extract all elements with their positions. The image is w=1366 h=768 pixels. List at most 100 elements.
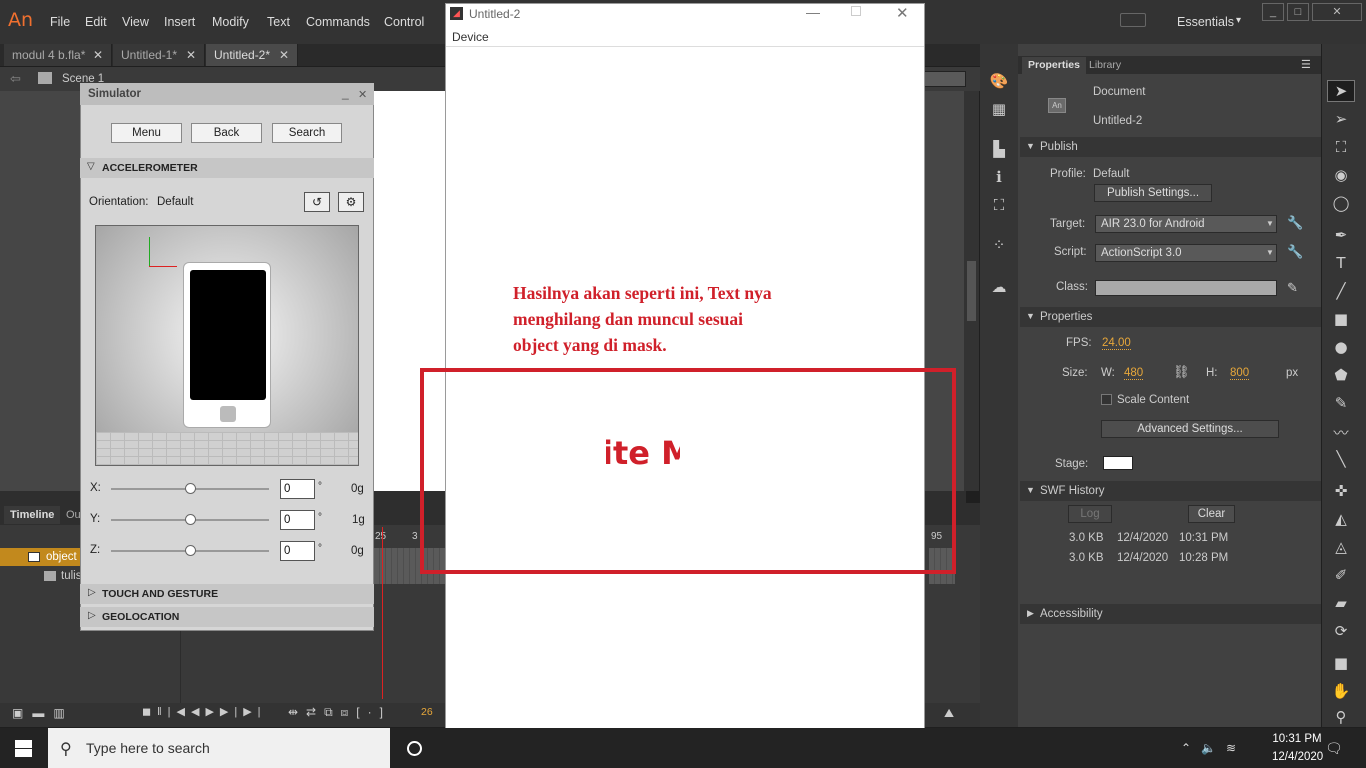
layer-name[interactable]: object	[46, 551, 77, 563]
back-button[interactable]: Back	[191, 123, 262, 143]
menu-file[interactable]: File	[50, 15, 70, 29]
palette-icon[interactable]: 🎨	[984, 72, 1014, 90]
menu-control[interactable]: Control	[384, 15, 424, 29]
zoom-icon[interactable]: ⚲	[1326, 708, 1356, 726]
wrench-icon[interactable]: 🔧	[1287, 244, 1303, 260]
lasso-icon[interactable]: ◯	[1326, 194, 1356, 212]
brush-icon[interactable]: 〰	[1326, 422, 1356, 443]
z-slider-knob[interactable]	[185, 545, 196, 556]
eraser-icon[interactable]: ▰	[1326, 594, 1356, 612]
ink-bottle-icon[interactable]: ◬	[1326, 538, 1356, 556]
close-button[interactable]: ✕	[1312, 3, 1362, 21]
pencil-icon[interactable]: ✎	[1326, 394, 1356, 412]
paint-bucket-icon[interactable]: ◭	[1326, 510, 1356, 528]
z-value-input[interactable]: 0	[280, 541, 315, 561]
tab-untitled2[interactable]: Untitled-2* ✕	[206, 44, 298, 66]
close-button[interactable]: ✕	[896, 4, 909, 22]
pencil-icon[interactable]: ✎	[1287, 280, 1298, 296]
menu-text[interactable]: Text	[267, 15, 290, 29]
accessibility-section[interactable]: Accessibility	[1020, 604, 1321, 624]
hand-icon[interactable]: ✋	[1326, 682, 1356, 700]
back-arrow-icon[interactable]: ⇦	[10, 71, 21, 87]
workspace-switcher[interactable]: Essentials	[1177, 15, 1234, 29]
tab-untitled1[interactable]: Untitled-1* ✕	[113, 44, 205, 66]
polystar-icon[interactable]: ⬟	[1326, 366, 1356, 384]
tab-properties[interactable]: Properties	[1022, 57, 1086, 74]
menu-device[interactable]: Device	[452, 30, 489, 44]
onion-skin-icon[interactable]: ⇹⇄⧉⧈[·]	[288, 705, 391, 720]
menu-edit[interactable]: Edit	[85, 15, 107, 29]
class-input[interactable]	[1095, 280, 1277, 296]
zoom-dropdown[interactable]	[924, 71, 966, 87]
stage-color-swatch[interactable]	[1103, 456, 1133, 470]
menu-commands[interactable]: Commands	[306, 15, 370, 29]
3d-rotation-icon[interactable]: ◉	[1326, 166, 1356, 184]
close-icon[interactable]: ✕	[186, 44, 196, 66]
layer-buttons-icon[interactable]: ▣▬▥	[12, 706, 74, 720]
fps-value[interactable]: 24.00	[1102, 337, 1131, 350]
cc-libraries-icon[interactable]: ☁	[984, 278, 1014, 296]
chevron-down-icon[interactable]: ▼	[1266, 248, 1274, 257]
accelerometer-section[interactable]: ACCELEROMETER	[80, 158, 374, 178]
advanced-settings-button[interactable]: Advanced Settings...	[1101, 420, 1279, 438]
clear-button[interactable]: Clear	[1188, 505, 1235, 523]
info-icon[interactable]: ℹ	[984, 168, 1014, 186]
chevron-down-icon[interactable]: ▼	[1026, 311, 1035, 321]
selection-arrow-icon[interactable]: ➤	[1326, 82, 1356, 100]
chevron-down-icon[interactable]: ▾	[1236, 15, 1241, 26]
tab-timeline[interactable]: Timeline	[4, 506, 61, 524]
publish-settings-button[interactable]: Publish Settings...	[1094, 184, 1212, 202]
transform-icon[interactable]: ⛶	[984, 196, 1014, 214]
y-value-input[interactable]: 0	[280, 510, 315, 530]
layer-name[interactable]: tulis	[61, 570, 81, 582]
touch-gesture-section[interactable]: TOUCH AND GESTURE	[80, 584, 374, 604]
link-icon[interactable]: ⛓	[1173, 364, 1190, 380]
system-tray-icons[interactable]: ⌃🔈≋	[1181, 741, 1246, 755]
chevron-down-icon[interactable]: ▽	[87, 161, 95, 172]
close-icon[interactable]: ✕	[93, 44, 103, 66]
notifications-icon[interactable]: 🗨	[1325, 740, 1343, 757]
components-icon[interactable]: ⁘	[984, 236, 1014, 254]
target-dropdown[interactable]: AIR 23.0 for Android	[1095, 215, 1277, 233]
free-transform-icon[interactable]: ⛶	[1326, 138, 1356, 156]
subselection-icon[interactable]: ➢	[1326, 110, 1356, 128]
menu-button[interactable]: Menu	[111, 123, 182, 143]
clock-date[interactable]: 12/4/2020	[1272, 751, 1323, 763]
chevron-right-icon[interactable]: ▷	[88, 587, 96, 598]
menu-modify[interactable]: Modify	[212, 15, 249, 29]
properties-section[interactable]: Properties	[1020, 307, 1321, 327]
minimize-button[interactable]: —	[806, 4, 820, 20]
search-button[interactable]: Search	[272, 123, 342, 143]
align-icon[interactable]: ▙	[984, 140, 1014, 158]
chevron-down-icon[interactable]: ▼	[1026, 141, 1035, 151]
rectangle-icon[interactable]: ■	[1326, 310, 1356, 328]
tab-library[interactable]: Library	[1083, 57, 1127, 74]
log-button[interactable]: Log	[1068, 505, 1112, 523]
sync-settings-icon[interactable]	[1120, 13, 1146, 27]
cortana-icon[interactable]	[407, 741, 422, 756]
zoom-timeline-icon[interactable]: ⛰	[944, 706, 954, 721]
maximize-button[interactable]	[851, 6, 861, 16]
scale-content-checkbox[interactable]	[1101, 394, 1112, 405]
pen-icon[interactable]: ✒	[1326, 226, 1356, 244]
grid-icon[interactable]: ▦	[984, 100, 1014, 118]
publish-section[interactable]: Publish	[1020, 137, 1321, 157]
menu-insert[interactable]: Insert	[164, 15, 195, 29]
minimize-button[interactable]: _	[1262, 3, 1284, 21]
minimize-icon[interactable]: _	[342, 86, 349, 100]
y-slider-knob[interactable]	[185, 514, 196, 525]
panel-menu-icon[interactable]: ☰	[1301, 58, 1311, 71]
stage-scrollbar[interactable]	[964, 91, 979, 491]
gear-icon[interactable]: ⚙	[338, 192, 364, 212]
geolocation-section[interactable]: GEOLOCATION	[80, 607, 374, 627]
chevron-down-icon[interactable]: ▼	[1266, 219, 1274, 228]
chevron-right-icon[interactable]: ▷	[88, 610, 96, 621]
x-slider-knob[interactable]	[185, 483, 196, 494]
tab-modul4b[interactable]: modul 4 b.fla* ✕	[4, 44, 112, 66]
current-frame[interactable]: 26	[421, 706, 433, 718]
maximize-button[interactable]: □	[1287, 3, 1309, 21]
swf-history-section[interactable]: SWF History	[1020, 481, 1321, 501]
x-value-input[interactable]: 0	[280, 479, 315, 499]
line-icon[interactable]: ╱	[1326, 282, 1356, 300]
menu-view[interactable]: View	[122, 15, 149, 29]
